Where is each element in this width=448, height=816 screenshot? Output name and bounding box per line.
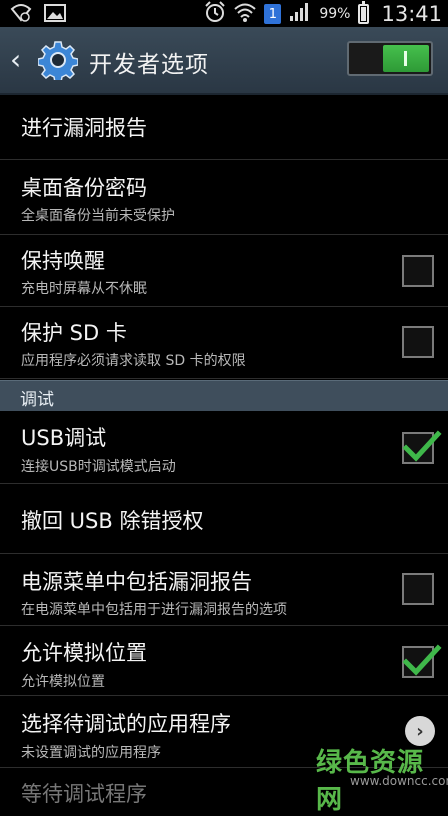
item-title: USB调试: [21, 426, 107, 450]
section-label: 调试: [20, 390, 54, 410]
wifi-icon: [234, 1, 257, 27]
back-chevron-icon[interactable]: ‹: [10, 46, 21, 74]
clock: 13:41: [381, 2, 442, 26]
image-icon: [44, 3, 66, 27]
item-title: 电源菜单中包括漏洞报告: [21, 570, 252, 594]
stay-awake-checkbox[interactable]: [402, 255, 434, 287]
item-subtitle: 连接USB时调试模式启动: [21, 459, 176, 475]
list-item-revoke-usb-auth[interactable]: 撤回 USB 除错授权: [0, 484, 448, 554]
status-left-icons: [10, 3, 66, 27]
checkmark-icon: [402, 430, 442, 462]
action-bar: ‹ 开发者选项: [0, 27, 448, 95]
list-item-desktop-backup-password[interactable]: 桌面备份密码 全桌面备份当前未受保护: [0, 160, 448, 235]
protect-sd-checkbox[interactable]: [402, 326, 434, 358]
settings-gear-icon[interactable]: [37, 40, 79, 83]
item-subtitle: 充电时屏幕从不休眠: [21, 281, 147, 297]
status-right-icons: 1 99% 13:41: [204, 1, 442, 27]
signal-icon: [289, 2, 311, 26]
list-item-bug-report[interactable]: 进行漏洞报告: [0, 95, 448, 160]
section-header-debug: 调试: [0, 380, 448, 411]
usb-debugging-checkbox[interactable]: [402, 430, 442, 464]
item-title: 撤回 USB 除错授权: [21, 509, 204, 533]
item-subtitle: 应用程序必须请求读取 SD 卡的权限: [21, 353, 246, 369]
battery-fill: [361, 7, 367, 21]
power-menu-bug-report-checkbox[interactable]: [402, 573, 434, 605]
item-subtitle: 全桌面备份当前未受保护: [21, 208, 175, 224]
item-title: 桌面备份密码: [21, 176, 147, 200]
list-item-power-menu-bug-report[interactable]: 电源菜单中包括漏洞报告 在电源菜单中包括用于进行漏洞报告的选项: [0, 554, 448, 626]
battery-icon: [358, 1, 370, 24]
item-title: 进行漏洞报告: [21, 116, 147, 140]
checkmark-icon: [402, 644, 442, 676]
list-item-protect-sd-card[interactable]: 保护 SD 卡 应用程序必须请求读取 SD 卡的权限: [0, 307, 448, 379]
mock-locations-checkbox[interactable]: [402, 644, 442, 678]
item-title: 等待调试程序: [21, 782, 147, 806]
item-subtitle: 未设置调试的应用程序: [21, 745, 161, 761]
item-subtitle: 允许模拟位置: [21, 674, 105, 690]
alarm-icon: [204, 1, 226, 27]
watermark-url: www.downcc.com: [350, 774, 448, 788]
status-bar: 1 99% 13:41: [0, 0, 448, 27]
wifi-call-icon: [10, 3, 32, 27]
page-title: 开发者选项: [89, 52, 209, 78]
sim-badge: 1: [264, 4, 282, 24]
item-title: 保护 SD 卡: [21, 321, 127, 345]
list-item-stay-awake[interactable]: 保持唤醒 充电时屏幕从不休眠: [0, 235, 448, 307]
list-item-mock-locations[interactable]: 允许模拟位置 允许模拟位置: [0, 626, 448, 696]
battery-percent: 99%: [319, 6, 351, 22]
item-title: 保持唤醒: [21, 249, 105, 273]
item-title: 允许模拟位置: [21, 641, 147, 665]
developer-options-master-switch[interactable]: [347, 41, 433, 76]
list-item-usb-debugging[interactable]: USB调试 连接USB时调试模式启动: [0, 410, 448, 484]
switch-thumb: [383, 45, 429, 72]
item-title: 选择待调试的应用程序: [21, 712, 231, 736]
item-subtitle: 在电源菜单中包括用于进行漏洞报告的选项: [21, 602, 287, 618]
